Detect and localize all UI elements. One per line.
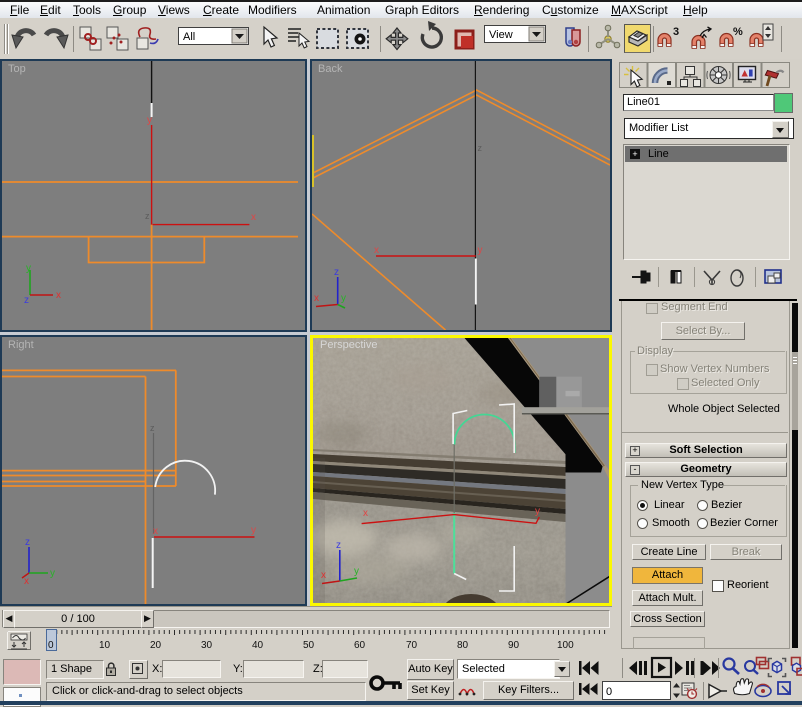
svg-text:3: 3	[673, 26, 679, 38]
svg-text:x: x	[153, 526, 158, 537]
svg-text:0: 0	[606, 686, 612, 698]
svg-text:x: x	[314, 293, 319, 304]
svg-text:60: 60	[354, 640, 366, 651]
svg-text:y: y	[535, 506, 540, 517]
svg-text:x: x	[374, 245, 379, 256]
svg-text:70: 70	[406, 640, 418, 651]
svg-text:x: x	[24, 576, 29, 587]
svg-text:z: z	[145, 211, 150, 221]
svg-text:y: y	[478, 245, 483, 256]
svg-text:View: View	[489, 29, 513, 41]
svg-text:y: y	[147, 115, 152, 126]
svg-text:%: %	[733, 26, 743, 38]
svg-text:80: 80	[457, 640, 469, 651]
svg-text:z: z	[478, 143, 483, 153]
svg-text:40: 40	[252, 640, 264, 651]
svg-text:z: z	[334, 267, 339, 278]
svg-text:z: z	[25, 537, 30, 548]
svg-text:100: 100	[557, 640, 574, 651]
svg-text:30: 30	[201, 640, 213, 651]
svg-text:All: All	[183, 31, 195, 43]
svg-text:z: z	[24, 295, 29, 306]
svg-text:90: 90	[508, 640, 520, 651]
svg-text:y: y	[50, 568, 55, 579]
svg-text:50: 50	[303, 640, 315, 651]
svg-text:z: z	[150, 423, 155, 433]
svg-text:20: 20	[150, 640, 162, 651]
svg-text:z: z	[336, 540, 341, 551]
svg-text:y: y	[354, 566, 359, 577]
svg-text:x: x	[251, 212, 256, 223]
svg-text:x: x	[56, 290, 61, 301]
svg-text:y: y	[341, 293, 346, 304]
svg-text:x: x	[363, 508, 368, 519]
svg-text:10: 10	[99, 640, 111, 651]
svg-text:0: 0	[48, 640, 54, 651]
svg-text:x: x	[321, 570, 326, 581]
svg-text:y: y	[251, 525, 256, 536]
